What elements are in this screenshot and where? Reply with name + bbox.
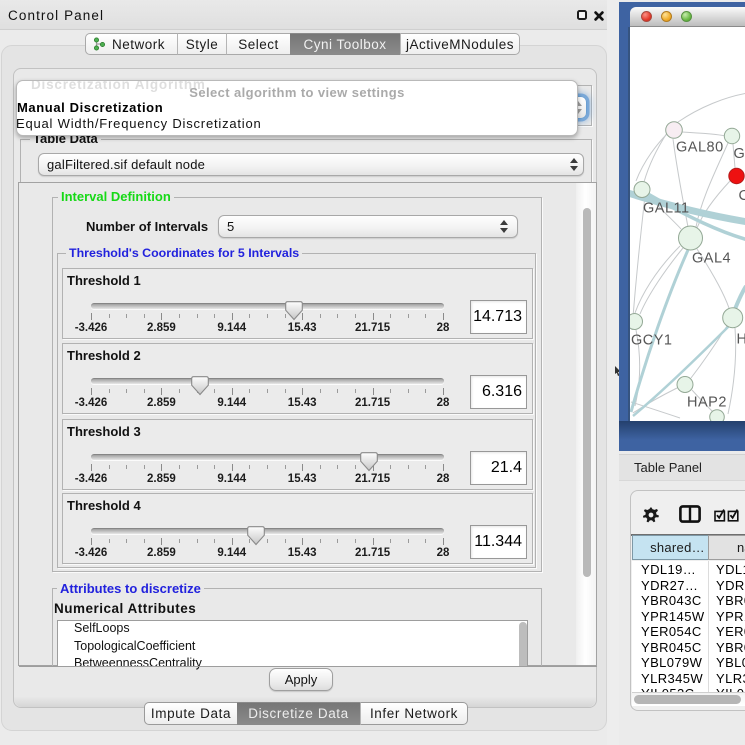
svg-text:GAL11: GAL11 xyxy=(643,201,690,217)
svg-text:GAL2: GAL2 xyxy=(734,146,745,162)
svg-text:GAL4: GAL4 xyxy=(692,251,731,267)
svg-text:HAP2: HAP2 xyxy=(687,395,727,411)
svg-text:GAL80: GAL80 xyxy=(676,140,724,156)
svg-text:GCY1: GCY1 xyxy=(631,333,673,349)
svg-text:CYC1: CYC1 xyxy=(739,188,745,204)
svg-text:HAP4: HAP4 xyxy=(737,332,745,348)
